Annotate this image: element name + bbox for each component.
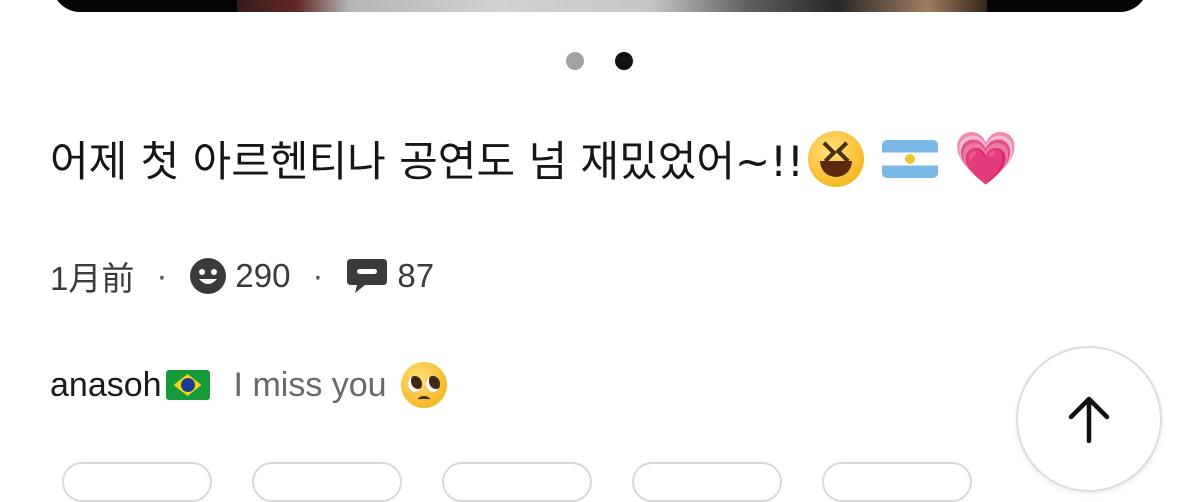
- media-carousel[interactable]: [52, 0, 1148, 12]
- carousel-pager: [566, 52, 633, 70]
- pleading-face-emoji: [400, 362, 447, 408]
- argentina-flag-emoji: [881, 139, 938, 178]
- grinning-squinting-face-emoji: [807, 130, 864, 187]
- meta-separator: ·: [156, 257, 168, 294]
- caption-text: 어제 첫 아르헨티나 공연도 넘 재밌었어~!!: [50, 137, 804, 186]
- chip[interactable]: [632, 462, 782, 502]
- comment-text: I miss you: [233, 365, 387, 404]
- pager-dot-1[interactable]: [566, 52, 584, 70]
- pager-dot-2-active[interactable]: [615, 52, 633, 70]
- reactions-count[interactable]: 290: [235, 257, 290, 295]
- arrow-up-icon: [1068, 396, 1110, 443]
- chip[interactable]: [822, 462, 972, 502]
- chip[interactable]: [252, 462, 402, 502]
- chip-row: [62, 462, 972, 502]
- post-meta: 1月前 · 290 · 87: [50, 252, 434, 300]
- comments-count[interactable]: 87: [397, 257, 434, 295]
- comment-username[interactable]: anasoh: [50, 366, 162, 405]
- smiley-face-icon[interactable]: [189, 257, 227, 295]
- scroll-to-top-button[interactable]: [1016, 346, 1162, 492]
- chip[interactable]: [442, 462, 592, 502]
- post-photo: [237, 0, 987, 12]
- post-caption: 어제 첫 아르헨티나 공연도 넘 재밌었어~!! 💗: [50, 128, 1019, 189]
- growing-heart-emoji: 💗: [953, 128, 1019, 189]
- speech-bubble-icon[interactable]: [345, 257, 389, 295]
- post-timestamp: 1月前: [50, 260, 135, 297]
- comment-row: anasoh I miss you: [50, 362, 447, 408]
- chip[interactable]: [62, 462, 212, 502]
- meta-separator: ·: [312, 257, 324, 294]
- brazil-flag-emoji: [165, 370, 210, 400]
